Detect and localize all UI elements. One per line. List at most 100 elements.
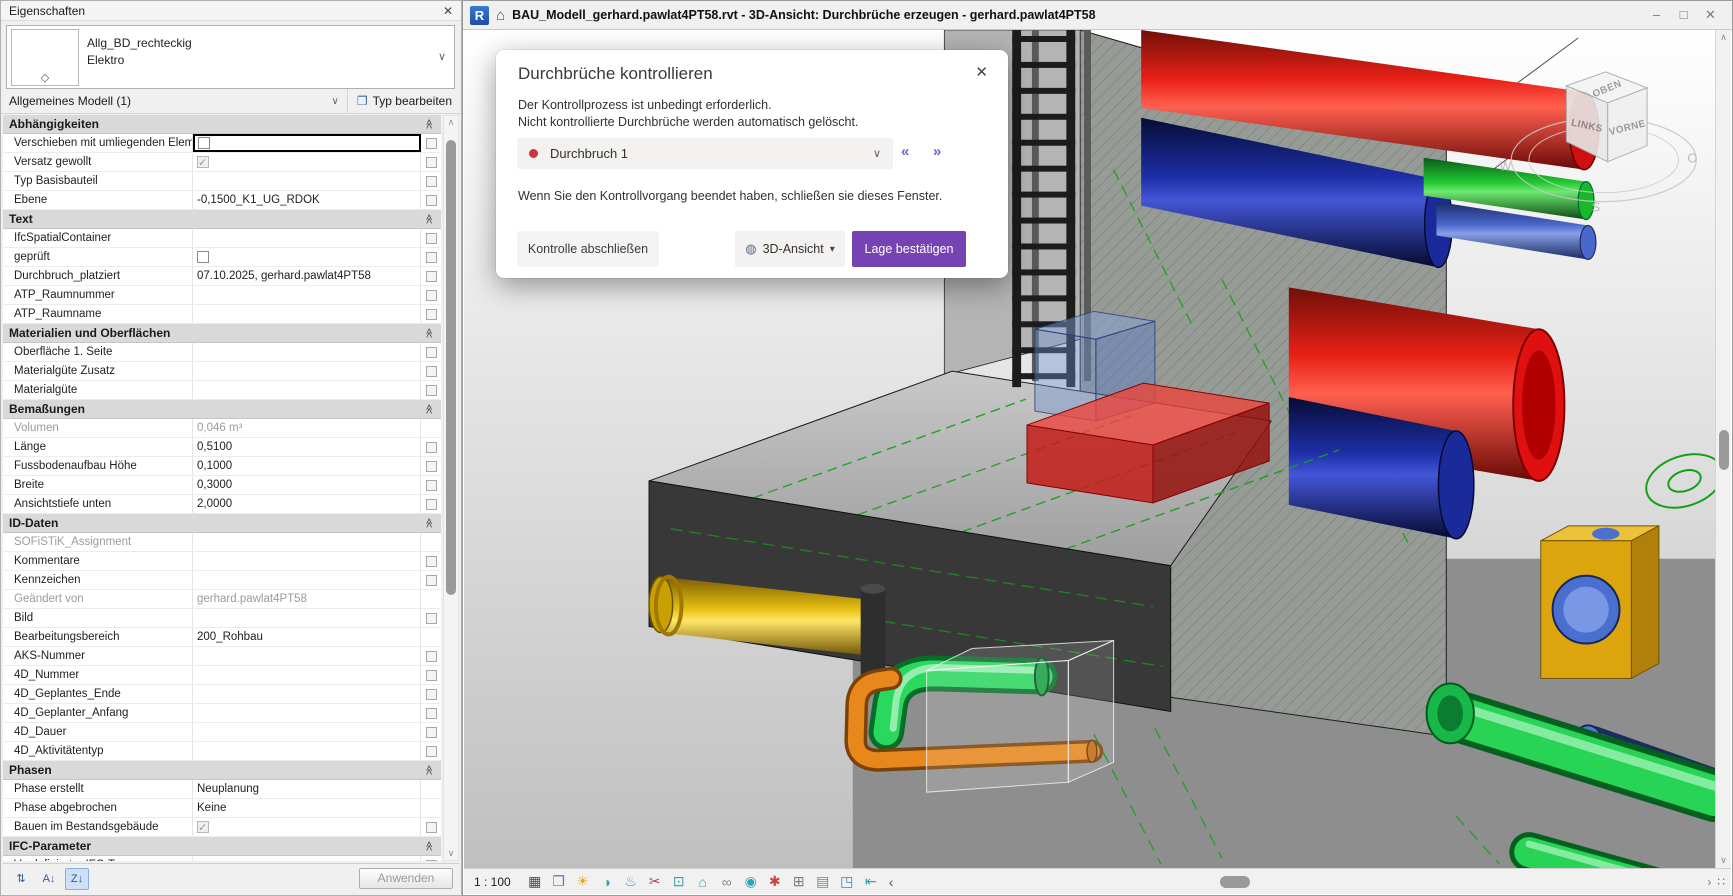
associate-parameter-button[interactable] [426, 347, 437, 358]
associate-parameter-button[interactable] [426, 290, 437, 301]
property-value[interactable] [193, 685, 421, 703]
finish-control-button[interactable]: Kontrolle abschließen [517, 231, 659, 267]
associate-parameter-button[interactable] [426, 252, 437, 263]
shadows-icon[interactable]: ◑ [595, 871, 619, 893]
scroll-right-icon[interactable]: › [1707, 875, 1711, 889]
property-value[interactable]: 200_Rohbau [193, 628, 421, 646]
associate-parameter-button[interactable] [426, 461, 437, 472]
scroll-up-icon[interactable]: ∧ [1716, 32, 1731, 43]
previous-button[interactable]: « [901, 143, 909, 160]
compass-east[interactable]: O [1687, 151, 1697, 166]
detail-level-icon[interactable]: ▦ [523, 871, 547, 893]
sun-path-icon[interactable]: ☀ [571, 871, 595, 893]
property-value[interactable] [193, 153, 421, 171]
scroll-up-icon[interactable]: ∧ [444, 117, 458, 128]
associate-parameter-button[interactable] [426, 556, 437, 567]
associate-parameter-button[interactable] [426, 157, 437, 168]
property-value[interactable] [193, 609, 421, 627]
checkbox[interactable] [197, 251, 209, 263]
close-icon[interactable]: ✕ [975, 63, 988, 81]
scale-button[interactable]: 1 : 100 [474, 875, 511, 889]
property-value[interactable]: -0,1500_K1_UG_RDOK [193, 191, 421, 209]
property-value[interactable] [193, 647, 421, 665]
associate-parameter-button[interactable] [426, 442, 437, 453]
property-value[interactable]: 0,5100 [193, 438, 421, 456]
scrollbar-thumb[interactable] [446, 140, 456, 595]
properties-titlebar[interactable]: Eigenschaften ✕ [1, 1, 461, 21]
crop-view-icon[interactable]: ✂ [643, 871, 667, 893]
property-value[interactable] [193, 723, 421, 741]
type-selector[interactable]: ◇ Allg_BD_rechteckig Elektro ∨ [6, 25, 455, 89]
property-value[interactable] [193, 134, 421, 152]
associate-parameter-button[interactable] [426, 708, 437, 719]
properties-scrollbar[interactable]: ∧ ∨ [443, 115, 459, 861]
displacement-icon[interactable]: ◳ [835, 871, 859, 893]
analytical-model-icon[interactable]: ▤ [811, 871, 835, 893]
scrollbar-thumb[interactable] [1719, 430, 1729, 470]
property-value[interactable] [193, 229, 421, 247]
property-value[interactable]: 07.10.2025, gerhard.pawlat4PT58 [193, 267, 421, 285]
property-value[interactable]: Neuplanung [193, 780, 421, 798]
associate-parameter-button[interactable] [426, 860, 437, 862]
associate-parameter-button[interactable] [426, 575, 437, 586]
property-value[interactable]: Keine [193, 799, 421, 817]
sort-descending-icon[interactable]: Z↓ [65, 868, 89, 890]
apply-button[interactable]: Anwenden [359, 868, 453, 889]
resize-grip-icon[interactable]: ∷ [1717, 875, 1725, 889]
property-value[interactable]: 0,3000 [193, 476, 421, 494]
associate-parameter-button[interactable] [426, 385, 437, 396]
edit-type-button[interactable]: ❐ Typ bearbeiten [348, 89, 461, 113]
property-value[interactable] [193, 666, 421, 684]
view-lock-icon[interactable]: ⌂ [691, 871, 715, 893]
associate-parameter-button[interactable] [426, 480, 437, 491]
horizontal-scrollbar[interactable] [899, 869, 1701, 894]
sort-ascending-icon[interactable]: A↓ [37, 868, 61, 890]
next-button[interactable]: » [933, 143, 941, 160]
view-switch-button[interactable]: ◍ 3D-Ansicht ▾ [735, 231, 845, 267]
property-value[interactable] [193, 704, 421, 722]
property-value[interactable] [193, 381, 421, 399]
constraints-icon[interactable]: ⇤ [859, 871, 883, 893]
close-icon[interactable]: ✕ [443, 1, 453, 21]
minimize-button[interactable]: – [1643, 7, 1670, 23]
property-value[interactable] [193, 571, 421, 589]
property-value[interactable] [193, 742, 421, 760]
associate-parameter-button[interactable] [426, 727, 437, 738]
viewbar-collapse-icon[interactable]: ‹ [889, 874, 894, 890]
collapse-section-icon[interactable]: ≪ [419, 119, 437, 129]
associate-parameter-button[interactable] [426, 651, 437, 662]
scrollbar-thumb[interactable] [1220, 876, 1250, 888]
view-window-titlebar[interactable]: R ⌂ BAU_Modell_gerhard.pawlat4PT58.rvt -… [463, 1, 1732, 30]
visual-style-icon[interactable]: ❐ [547, 871, 571, 893]
maximize-button[interactable]: □ [1670, 7, 1697, 23]
crop-region-icon[interactable]: ⊡ [667, 871, 691, 893]
associate-parameter-button[interactable] [426, 822, 437, 833]
property-value[interactable] [193, 286, 421, 304]
associate-parameter-button[interactable] [426, 271, 437, 282]
element-filter-dropdown[interactable]: Allgemeines Modell (1) ∨ [1, 89, 348, 113]
associate-parameter-button[interactable] [426, 670, 437, 681]
scroll-down-icon[interactable]: ∨ [444, 848, 458, 859]
property-value[interactable] [193, 305, 421, 323]
property-value[interactable] [193, 856, 421, 861]
vertical-scrollbar[interactable]: ∧ ∨ [1715, 30, 1731, 868]
property-value[interactable] [193, 552, 421, 570]
collapse-section-icon[interactable]: ≪ [419, 765, 437, 775]
compass-south[interactable]: S [1592, 199, 1601, 214]
associate-parameter-button[interactable] [426, 499, 437, 510]
hide-isolate-icon[interactable]: ∞ [715, 871, 739, 893]
property-value[interactable]: 0,1000 [193, 457, 421, 475]
property-value[interactable] [193, 343, 421, 361]
collapse-section-icon[interactable]: ≪ [419, 404, 437, 414]
property-value[interactable] [193, 248, 421, 266]
collapse-section-icon[interactable]: ≪ [419, 518, 437, 528]
durchbruch-dropdown[interactable]: Durchbruch 1 ∨ [517, 138, 893, 169]
associate-parameter-button[interactable] [426, 746, 437, 757]
property-value[interactable]: 2,0000 [193, 495, 421, 513]
associate-parameter-button[interactable] [426, 195, 437, 206]
associate-parameter-button[interactable] [426, 233, 437, 244]
property-value[interactable] [193, 172, 421, 190]
reveal-hidden-icon[interactable]: ◉ [739, 871, 763, 893]
collapse-section-icon[interactable]: ≪ [419, 841, 437, 851]
associate-parameter-button[interactable] [426, 138, 437, 149]
